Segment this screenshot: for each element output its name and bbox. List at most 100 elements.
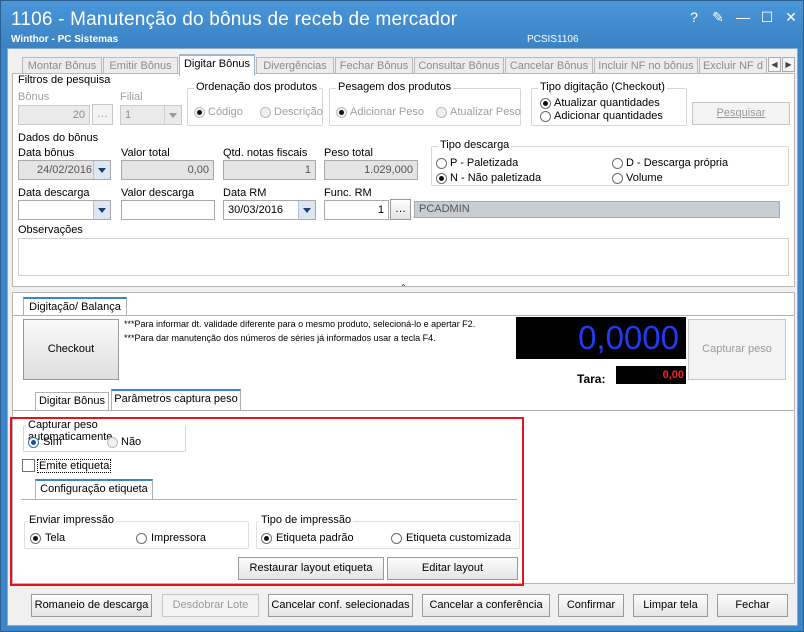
bonus-search-button[interactable]: … — [92, 104, 113, 125]
func-rm-search-button[interactable]: … — [390, 199, 411, 220]
volume-label: Volume — [626, 172, 663, 184]
peso-total-label: Peso total — [324, 147, 373, 159]
data-rm-value: 30/03/2016 — [228, 204, 284, 216]
ordenacao-group: Ordenação dos produtos Código Descrição — [187, 81, 323, 126]
valor-descarga-input[interactable] — [121, 200, 215, 220]
digitar-bonus-panel: Filtros de pesquisa Bônus 20 … Filial 1 … — [12, 73, 795, 287]
tipo-descarga-title: Tipo descarga — [438, 139, 512, 151]
pesquisar-button[interactable]: Pesquisar — [692, 102, 790, 125]
desdobrar-lote-button[interactable]: Desdobrar Lote — [162, 594, 259, 617]
valor-total-input: 0,00 — [121, 160, 214, 180]
pesagem-adicionar-label: Adicionar Peso — [350, 106, 424, 118]
data-rm-label: Data RM — [223, 187, 267, 199]
limpar-tela-button[interactable]: Limpar tela — [633, 594, 708, 617]
data-rm-input[interactable]: 30/03/2016 — [223, 200, 316, 220]
data-bonus-label: Data bônus — [18, 147, 75, 159]
ordenacao-codigo-label: Código — [208, 106, 243, 118]
filtros-title: Filtros de pesquisa — [18, 74, 111, 86]
confirmar-button[interactable]: Confirmar — [558, 594, 624, 617]
checkout-button[interactable]: Checkout — [23, 319, 119, 380]
nao-paletizada-radio[interactable] — [436, 173, 447, 184]
capturar-peso-button[interactable]: Capturar peso — [688, 319, 786, 380]
observacoes-label: Observações — [18, 224, 83, 236]
routine-code: PCSIS1106 — [527, 34, 579, 45]
note-series: ***Para dar manutenção dos números de sé… — [124, 333, 436, 343]
tipo-digitacao-title: Tipo digitação (Checkout) — [538, 81, 667, 93]
nao-paletizada-label: N - Não paletizada — [450, 172, 542, 184]
divider — [13, 410, 794, 411]
subtab-parametros-captura-peso[interactable]: Parâmetros captura peso — [111, 389, 241, 411]
descarga-propria-radio[interactable] — [612, 158, 623, 169]
subtab-digitar-bonus[interactable]: Digitar Bônus — [35, 392, 109, 411]
tab-digitar-bonus[interactable]: Digitar Bônus — [179, 54, 255, 76]
atualizar-quantidades-radio[interactable] — [540, 98, 551, 109]
dados-title: Dados do bônus — [18, 132, 99, 144]
valor-total-label: Valor total — [121, 147, 170, 159]
window: 1106 - Manutenção do bônus de receb de m… — [0, 0, 804, 632]
pesagem-adicionar-radio[interactable] — [336, 107, 347, 118]
pesagem-atualizar-label: Atualizar Peso — [450, 106, 521, 118]
tipo-descarga-group: Tipo descarga P - Paletizada N - Não pal… — [431, 139, 789, 186]
qtd-notas-label: Qtd. notas fiscais — [223, 147, 308, 159]
paletizada-label: P - Paletizada — [450, 157, 519, 169]
func-rm-label: Func. RM — [324, 187, 372, 199]
edit-icon[interactable]: ✎ — [708, 7, 728, 27]
calendar-dropdown-icon[interactable] — [298, 201, 315, 219]
observacoes-textarea[interactable] — [18, 238, 789, 276]
filial-select[interactable]: 1 — [120, 105, 182, 125]
window-subtitle: Winthor - PC Sistemas — [11, 34, 119, 45]
tipo-digitacao-group: Tipo digitação (Checkout) Atualizar quan… — [531, 81, 687, 126]
fechar-button[interactable]: Fechar — [717, 594, 788, 617]
splitter-chevron-up-icon[interactable]: ⌃ — [12, 284, 795, 292]
bonus-label: Bônus — [18, 91, 50, 103]
filial-value: 1 — [125, 109, 132, 121]
ordenacao-codigo-radio[interactable] — [194, 107, 205, 118]
tara-label: Tara: — [577, 372, 606, 386]
ordenacao-descricao-label: Descrição — [274, 106, 323, 118]
tab-scroll-right-icon[interactable]: ▶ — [782, 57, 795, 72]
calendar-dropdown-icon[interactable] — [93, 201, 110, 219]
data-descarga-label: Data descarga — [18, 187, 90, 199]
atualizar-quantidades-label: Atualizar quantidades — [554, 97, 660, 109]
romaneio-descarga-button[interactable]: Romaneio de descarga — [31, 594, 152, 617]
data-bonus-value: 24/02/2016 — [37, 164, 93, 176]
qtd-notas-input: 1 — [223, 160, 316, 180]
bonus-input[interactable]: 20 — [18, 105, 90, 125]
window-title: 1106 - Manutenção do bônus de receb de m… — [11, 9, 458, 30]
valor-descarga-label: Valor descarga — [121, 187, 195, 199]
peso-total-input: 1.029,000 — [324, 160, 418, 180]
paletizada-radio[interactable] — [436, 158, 447, 169]
title-bar: 1106 - Manutenção do bônus de receb de m… — [1, 1, 803, 48]
func-rm-input[interactable]: 1 — [324, 200, 389, 220]
volume-radio[interactable] — [612, 173, 623, 184]
divider — [13, 315, 794, 316]
note-validade: ***Para informar dt. validade diferente … — [124, 319, 476, 329]
highlight-box — [10, 417, 524, 586]
ordenacao-title: Ordenação dos produtos — [194, 81, 320, 93]
chevron-down-icon — [164, 106, 181, 124]
func-rm-name: PCADMIN — [414, 201, 780, 218]
pesagem-group: Pesagem dos produtos Adicionar Peso Atua… — [329, 81, 521, 126]
adicionar-quantidades-radio[interactable] — [540, 111, 551, 122]
adicionar-quantidades-label: Adicionar quantidades — [554, 110, 663, 122]
tara-display: 0,00 — [616, 366, 686, 384]
descarga-propria-label: D - Descarga própria — [626, 157, 729, 169]
pesquisar-label: Pesquisar — [716, 107, 766, 119]
close-icon[interactable]: ✕ — [781, 7, 801, 27]
filial-label: Filial — [120, 91, 143, 103]
tab-digitacao-balanca[interactable]: Digitação/ Balança — [23, 297, 127, 316]
pesagem-atualizar-radio[interactable] — [436, 107, 447, 118]
cancelar-conf-selecionadas-button[interactable]: Cancelar conf. selecionadas — [268, 594, 413, 617]
ordenacao-descricao-radio[interactable] — [260, 107, 271, 118]
help-icon[interactable]: ? — [684, 7, 704, 27]
pesagem-title: Pesagem dos produtos — [336, 81, 454, 93]
data-bonus-input[interactable]: 24/02/2016 — [18, 160, 111, 180]
minimize-icon[interactable]: — — [733, 7, 753, 27]
main-tabs: Montar Bônus Emitir Bônus Digitar Bônus … — [12, 54, 795, 76]
maximize-icon[interactable]: ☐ — [757, 7, 777, 27]
tab-scroll-left-icon[interactable]: ◀ — [768, 57, 781, 72]
cancelar-conferencia-button[interactable]: Cancelar a conferência — [422, 594, 550, 617]
weight-display: 0,0000 — [516, 317, 686, 359]
calendar-dropdown-icon[interactable] — [93, 161, 110, 179]
data-descarga-input[interactable] — [18, 200, 111, 220]
